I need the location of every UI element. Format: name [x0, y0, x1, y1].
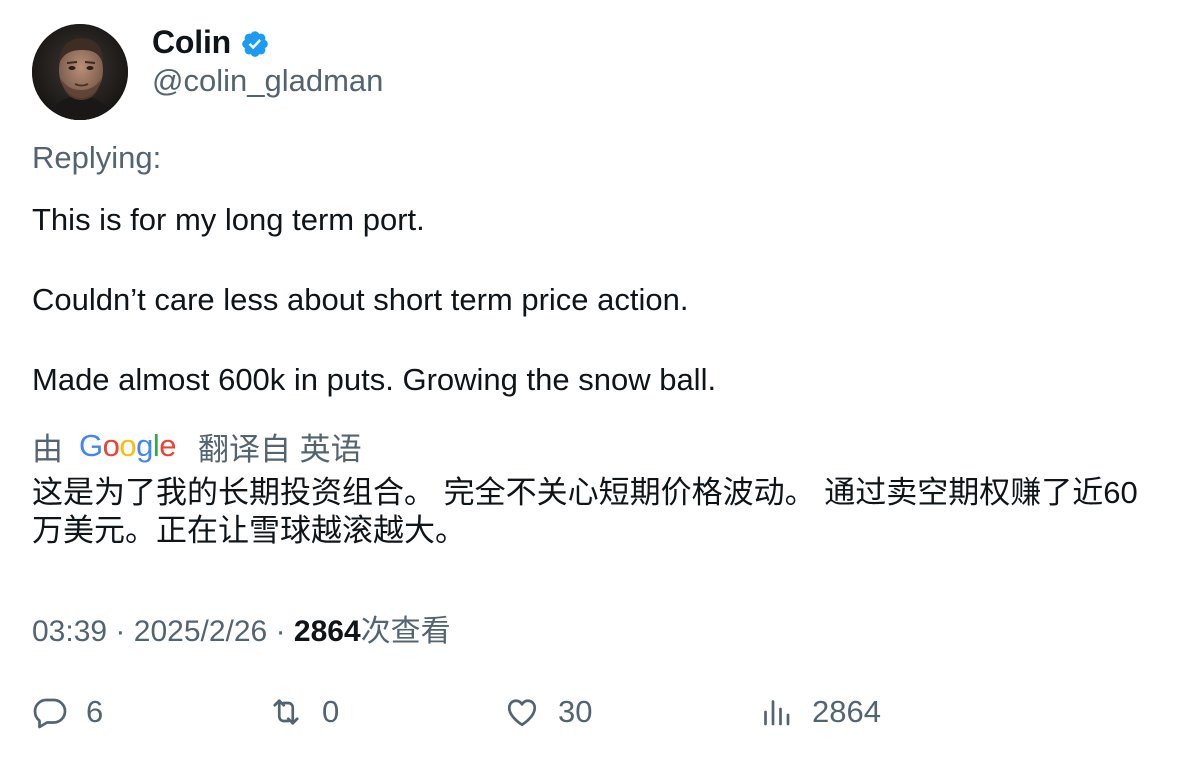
display-name[interactable]: Colin [152, 24, 231, 61]
repost-button[interactable]: 0 [268, 690, 339, 734]
tweet-date[interactable]: 2025/2/26 [134, 615, 267, 648]
reply-count: 6 [86, 694, 104, 729]
reply-icon [32, 694, 68, 730]
views-label: 次查看 [360, 615, 451, 648]
handle[interactable]: @colin_gladman [152, 63, 383, 99]
avatar-image [32, 24, 128, 120]
replying-label: Replying: [32, 140, 162, 175]
author-names: Colin @colin_gladman [152, 24, 383, 99]
reply-button[interactable]: 6 [32, 690, 103, 734]
like-button[interactable]: 30 [504, 690, 592, 734]
tweet-text: This is for my long term port. Couldn’t … [32, 200, 1162, 400]
google-logo: Google [79, 428, 177, 463]
repost-icon [268, 694, 304, 730]
display-name-row: Colin [152, 24, 383, 60]
tweet-line: Made almost 600k in puts. Growing the sn… [32, 362, 717, 397]
views-action-count: 2864 [812, 694, 881, 729]
tweet-meta: 03:39 · 2025/2/26 · 2864次查看 [32, 606, 1162, 648]
tweet-line: Couldn’t care less about short term pric… [32, 282, 689, 317]
analytics-icon [758, 694, 794, 730]
avatar[interactable] [32, 24, 128, 120]
translated-by-label: 由 [32, 431, 63, 467]
action-bar: 6 0 30 2864 [32, 690, 1162, 734]
meta-separator: · [275, 615, 286, 648]
meta-separator: · [115, 615, 126, 648]
tweet: Colin @colin_gladman Replying: This is f… [32, 24, 1162, 648]
views-count: 2864 [293, 615, 361, 648]
tweet-time[interactable]: 03:39 [32, 615, 107, 648]
heart-icon [504, 694, 540, 730]
verified-badge-icon[interactable] [240, 29, 270, 59]
like-count: 30 [558, 694, 593, 729]
tweet-header: Colin @colin_gladman [32, 24, 1162, 120]
translated-text: 这是为了我的长期投资组合。 完全不关心短期价格波动。 通过卖空期权赚了近60万美… [32, 475, 1138, 548]
views-button[interactable]: 2864 [758, 690, 881, 734]
tweet-line: This is for my long term port. [32, 202, 425, 237]
translation-attribution[interactable]: 由 Google 翻译自 英语 [32, 426, 1162, 467]
translated-from-label: 翻译自 英语 [198, 431, 362, 467]
repost-count: 0 [322, 694, 340, 729]
